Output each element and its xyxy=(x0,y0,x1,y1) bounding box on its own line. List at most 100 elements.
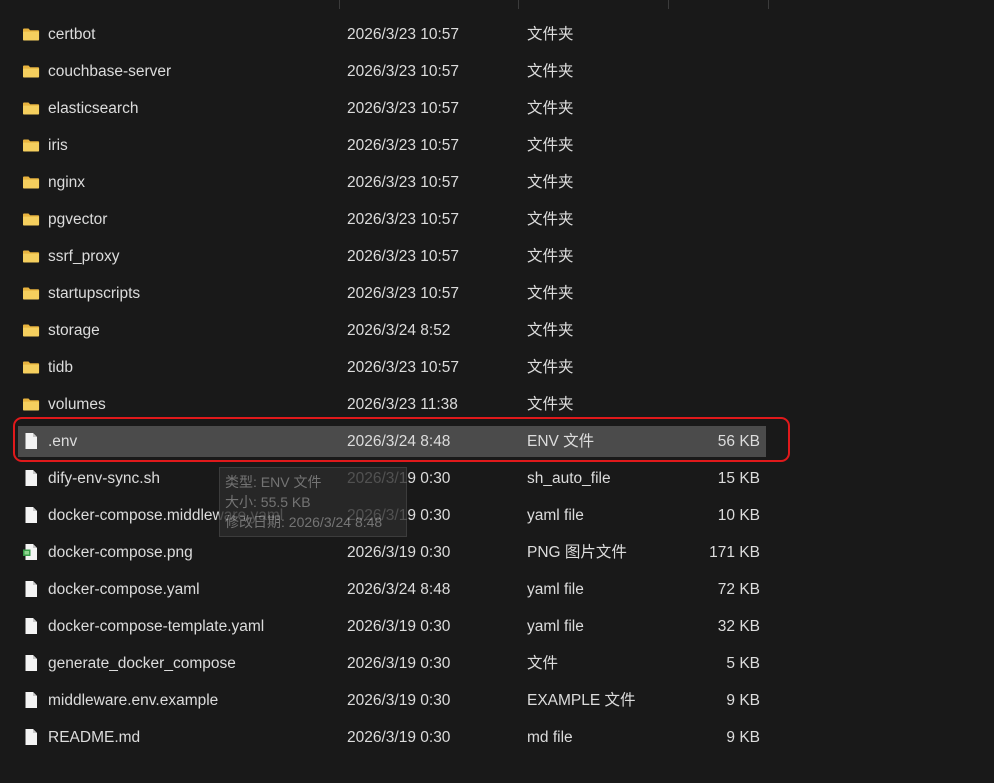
file-name: docker-compose-template.yaml xyxy=(48,618,265,635)
file-type: PNG 图片文件 xyxy=(527,544,627,561)
file-name: generate_docker_compose xyxy=(48,655,236,672)
file-name: elasticsearch xyxy=(48,100,139,117)
file-modified-date: 2026/3/23 11:38 xyxy=(347,396,458,413)
file-type: yaml file xyxy=(527,507,584,524)
folder-row[interactable]: pgvector 2026/3/23 10:57 文件夹 xyxy=(18,204,766,235)
file-modified-date: 2026/3/24 8:48 xyxy=(347,581,451,598)
file-type: sh_auto_file xyxy=(527,470,611,487)
file-modified-date: 2026/3/19 0:30 xyxy=(347,655,451,672)
file-name: couchbase-server xyxy=(48,63,172,80)
file-row[interactable]: middleware.env.example 2026/3/19 0:30 EXAM… xyxy=(18,685,766,716)
file-type: 文件夹 xyxy=(527,322,574,339)
folder-icon xyxy=(22,395,40,413)
file-type: md file xyxy=(527,729,573,746)
file-modified-date: 2026/3/23 10:57 xyxy=(347,248,460,265)
file-type: 文件夹 xyxy=(527,137,574,154)
file-name: README.md xyxy=(48,729,141,746)
file-size: 56 KB xyxy=(717,433,760,450)
file-modified-date: 2026/3/23 10:57 xyxy=(347,211,460,228)
folder-row[interactable]: elasticsearch 2026/3/23 10:57 文件夹 xyxy=(18,93,766,124)
folder-icon xyxy=(22,173,40,191)
file-info-tooltip: 类型: ENV 文件 大小: 55.5 KB 修改日期: 2026/3/24 8… xyxy=(219,467,407,537)
file-name: docker-compose.yaml xyxy=(48,581,200,598)
file-size: 15 KB xyxy=(717,470,760,487)
folder-icon xyxy=(22,99,40,117)
file-modified-date: 2026/3/23 10:57 xyxy=(347,174,460,191)
column-header xyxy=(0,0,770,9)
file-row[interactable]: docker-compose.png 2026/3/19 0:30 PNG 图片文件… xyxy=(18,537,766,568)
file-modified-date: 2026/3/23 10:57 xyxy=(347,359,460,376)
file-size: 9 KB xyxy=(726,692,760,709)
file-type: 文件夹 xyxy=(527,359,574,376)
file-modified-date: 2026/3/19 0:30 xyxy=(347,692,451,709)
file-name: certbot xyxy=(48,26,96,43)
file-type: 文件夹 xyxy=(527,396,574,413)
file-type: ENV 文件 xyxy=(527,433,595,450)
column-divider[interactable] xyxy=(768,0,769,9)
file-modified-date: 2026/3/23 10:57 xyxy=(347,63,460,80)
file-name: middleware.env.example xyxy=(48,692,219,709)
file-row[interactable]: docker-compose-template.yaml 2026/3/19 0:… xyxy=(18,611,766,642)
file-type: 文件夹 xyxy=(527,100,574,117)
file-size: 72 KB xyxy=(717,581,760,598)
file-modified-date: 2026/3/23 10:57 xyxy=(347,137,460,154)
file-row[interactable]: README.md 2026/3/19 0:30 md file 9 KB xyxy=(18,722,766,753)
file-size: 10 KB xyxy=(717,507,760,524)
folder-row[interactable]: startupscripts 2026/3/23 10:57 文件夹 xyxy=(18,278,766,309)
file-type: 文件夹 xyxy=(527,285,574,302)
column-divider[interactable] xyxy=(668,0,669,9)
folder-row[interactable]: certbot 2026/3/23 10:57 文件夹 xyxy=(18,19,766,50)
file-size: 5 KB xyxy=(726,655,760,672)
file-type: yaml file xyxy=(527,618,584,635)
file-modified-date: 2026/3/19 0:30 xyxy=(347,618,451,635)
file-name: tidb xyxy=(48,359,73,376)
file-modified-date: 2026/3/19 0:30 xyxy=(347,544,451,561)
file-name: iris xyxy=(48,137,68,154)
file-type: 文件夹 xyxy=(527,174,574,191)
file-icon xyxy=(22,469,40,487)
file-modified-date: 2026/3/19 0:30 xyxy=(347,729,451,746)
folder-row[interactable]: iris 2026/3/23 10:57 文件夹 xyxy=(18,130,766,161)
file-icon xyxy=(22,654,40,672)
column-divider[interactable] xyxy=(518,0,519,9)
file-name: storage xyxy=(48,322,100,339)
folder-row[interactable]: storage 2026/3/24 8:52 文件夹 xyxy=(18,315,766,346)
file-type: yaml file xyxy=(527,581,584,598)
file-name: .env xyxy=(48,433,78,450)
file-row[interactable]: .env 2026/3/24 8:48 ENV 文件 56 KB xyxy=(18,426,766,457)
column-divider[interactable] xyxy=(339,0,340,9)
tooltip-type: 类型: ENV 文件 xyxy=(225,474,322,490)
file-type: 文件 xyxy=(527,655,559,672)
file-type: EXAMPLE 文件 xyxy=(527,692,636,709)
file-name: volumes xyxy=(48,396,106,413)
tooltip-size: 大小: 55.5 KB xyxy=(225,494,311,510)
file-name: docker-compose.png xyxy=(48,544,193,561)
file-icon xyxy=(22,432,40,450)
file-modified-date: 2026/3/23 10:57 xyxy=(347,285,460,302)
file-icon xyxy=(22,506,40,524)
file-size: 32 KB xyxy=(717,618,760,635)
file-icon xyxy=(22,617,40,635)
file-icon xyxy=(22,580,40,598)
file-icon xyxy=(22,728,40,746)
folder-icon xyxy=(22,321,40,339)
file-row[interactable]: generate_docker_compose 2026/3/19 0:30 文件 5… xyxy=(18,648,766,679)
file-name: nginx xyxy=(48,174,86,191)
file-name: ssrf_proxy xyxy=(48,248,120,265)
folder-row[interactable]: ssrf_proxy 2026/3/23 10:57 文件夹 xyxy=(18,241,766,272)
folder-icon xyxy=(22,210,40,228)
folder-row[interactable]: couchbase-server 2026/3/23 10:57 文件夹 xyxy=(18,56,766,87)
file-icon xyxy=(22,691,40,709)
folder-row[interactable]: nginx 2026/3/23 10:57 文件夹 xyxy=(18,167,766,198)
folder-icon xyxy=(22,25,40,43)
image-file-icon xyxy=(22,543,40,561)
file-modified-date: 2026/3/23 10:57 xyxy=(347,26,460,43)
folder-icon xyxy=(22,62,40,80)
folder-row[interactable]: tidb 2026/3/23 10:57 文件夹 xyxy=(18,352,766,383)
folder-row[interactable]: volumes 2026/3/23 11:38 文件夹 xyxy=(18,389,766,420)
file-type: 文件夹 xyxy=(527,211,574,228)
file-name: dify-env-sync.sh xyxy=(48,470,160,487)
file-row[interactable]: docker-compose.yaml 2026/3/24 8:48 yaml fi… xyxy=(18,574,766,605)
file-modified-date: 2026/3/24 8:52 xyxy=(347,322,451,339)
file-modified-date: 2026/3/24 8:48 xyxy=(347,433,451,450)
